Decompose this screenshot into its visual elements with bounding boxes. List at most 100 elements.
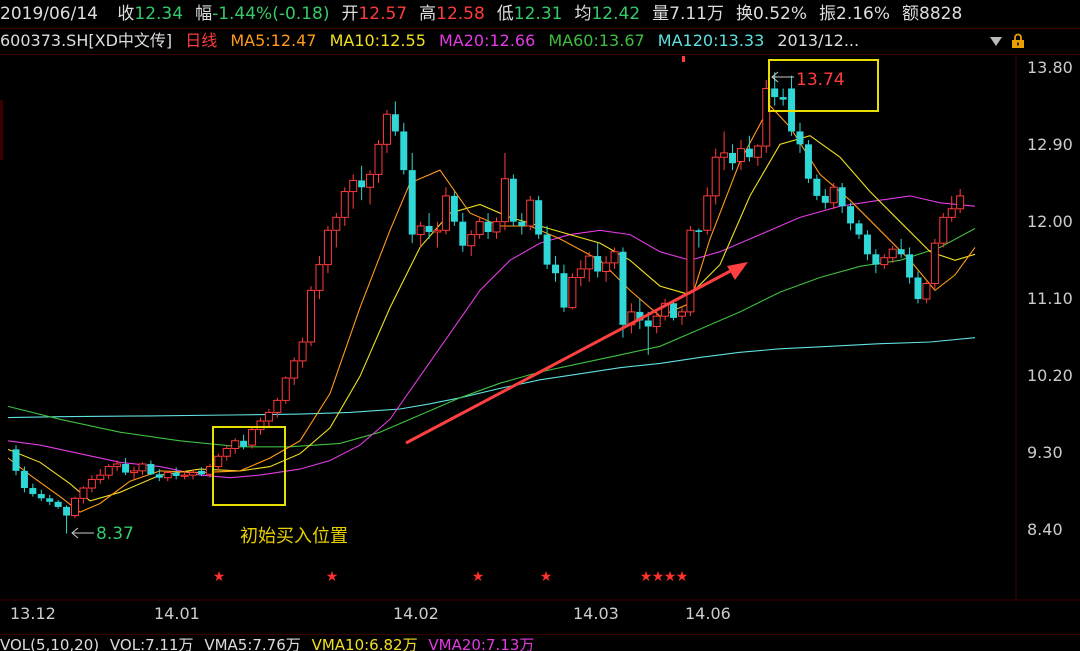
candle-body xyxy=(240,440,248,447)
candle xyxy=(96,469,105,484)
candle-body xyxy=(214,455,223,468)
signal-star-icon: ★ xyxy=(652,569,665,585)
candle xyxy=(568,273,577,310)
candle xyxy=(408,152,416,244)
candle-body xyxy=(374,143,383,175)
symbol[interactable]: 600373.SH xyxy=(0,31,88,50)
candle xyxy=(855,219,863,239)
candle-body xyxy=(813,178,821,196)
period-label[interactable]: 日线 xyxy=(185,31,217,50)
ma10-label: MA10:12.55 xyxy=(329,31,426,50)
candle-body xyxy=(122,463,130,473)
candle-body xyxy=(897,249,905,255)
candle-body xyxy=(863,234,871,255)
candle-body xyxy=(197,470,205,475)
candle xyxy=(804,140,812,183)
signal-star-icon: ★ xyxy=(213,569,226,585)
candle-body xyxy=(113,463,122,468)
candle xyxy=(484,213,492,239)
candle-body xyxy=(560,273,568,308)
quote-item-value: 2.16% xyxy=(836,4,891,24)
candle xyxy=(796,122,804,153)
candle xyxy=(467,230,476,257)
x-tick-label: 13.12 xyxy=(10,604,56,623)
x-tick-label: 14.06 xyxy=(685,604,731,623)
quote-item-value: 7.11万 xyxy=(669,4,724,24)
candle xyxy=(602,256,611,282)
quote-item-value: -1.44%(-0.18) xyxy=(212,4,330,24)
candle-body xyxy=(79,487,88,499)
quote-item: 开12.57 xyxy=(341,4,407,24)
quote-item-label: 高 xyxy=(419,4,437,24)
candle xyxy=(492,217,501,239)
lock-icon[interactable] xyxy=(1010,33,1026,49)
date-range: 2013/12... xyxy=(777,31,860,50)
candle xyxy=(163,470,172,482)
candle-body xyxy=(906,254,914,278)
indicator-divider xyxy=(0,54,1080,55)
quote-item-label: 低 xyxy=(496,4,514,24)
candle-body xyxy=(256,420,265,431)
ma20-label: MA20:12.66 xyxy=(438,31,536,50)
ma60-line xyxy=(7,228,976,448)
signal-stars: ★ ★ ★ ★ ★ ★ ★ ★ xyxy=(213,569,689,585)
candle-body xyxy=(509,178,517,222)
candle xyxy=(222,445,231,461)
candle xyxy=(264,408,273,428)
candle-body xyxy=(771,88,779,98)
trend-arrow-head xyxy=(727,262,748,280)
candle xyxy=(358,165,366,201)
candle xyxy=(829,183,838,209)
quote-item-label: 收 xyxy=(117,4,135,24)
candle xyxy=(753,144,762,166)
candle-body xyxy=(753,145,762,158)
candle-body xyxy=(602,262,611,273)
quote-item-label: 幅 xyxy=(195,4,213,24)
candle-body xyxy=(855,223,863,235)
candle xyxy=(661,299,670,321)
candle-body xyxy=(104,466,113,476)
candle-body xyxy=(880,257,889,266)
candle-body xyxy=(96,474,105,480)
quote-item-value: 12.57 xyxy=(358,4,408,24)
candle-body xyxy=(838,187,846,207)
candle xyxy=(619,247,627,338)
candle-body xyxy=(307,289,316,343)
candle-body xyxy=(382,113,391,145)
quote-date: 2019/06/14 xyxy=(0,4,98,24)
candle xyxy=(947,195,956,222)
candle xyxy=(914,271,922,304)
candle xyxy=(677,307,686,325)
candle-body xyxy=(543,234,551,265)
candlestick-chart[interactable]: ★ ★ ★ ★ ★ ★ ★ ★ xyxy=(0,56,1080,602)
candle-body xyxy=(500,178,509,223)
dropdown-triangle-icon[interactable] xyxy=(988,34,1004,50)
candle xyxy=(122,457,130,476)
candle-body xyxy=(323,229,332,266)
candle xyxy=(518,213,526,235)
candle-body xyxy=(804,144,812,179)
quote-item: 均12.42 xyxy=(574,4,640,24)
candle xyxy=(340,187,349,226)
signal-star-icon: ★ xyxy=(676,569,689,585)
candle xyxy=(636,299,644,330)
quote-item: 换0.52% xyxy=(736,4,807,24)
candle-body xyxy=(147,463,155,475)
vma10-value: VMA10:6.82万 xyxy=(311,636,418,651)
candle-body xyxy=(670,303,678,318)
candle-body xyxy=(610,251,619,264)
candle xyxy=(475,217,484,239)
stock-name[interactable]: [XD中文传] xyxy=(88,31,172,50)
candle xyxy=(323,225,332,274)
candle-body xyxy=(358,180,366,188)
candle xyxy=(552,256,560,282)
candle xyxy=(459,213,467,252)
candle-body xyxy=(475,221,484,236)
signal-star-icon: ★ xyxy=(472,569,485,585)
quote-item: 幅-1.44%(-0.18) xyxy=(195,4,329,24)
y-tick-label: 8.40 xyxy=(1027,520,1063,539)
vol-params[interactable]: VOL(5,10,20) xyxy=(0,636,99,651)
buy-position-note: 初始买入位置 xyxy=(240,526,348,547)
candle xyxy=(332,213,341,248)
y-tick-label: 11.10 xyxy=(1027,289,1073,308)
